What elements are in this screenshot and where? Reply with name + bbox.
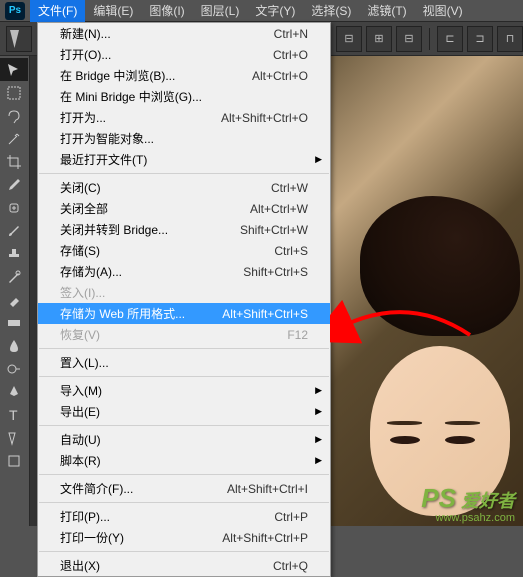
- menu-new[interactable]: 新建(N)...Ctrl+N: [38, 23, 330, 44]
- align-icon-2[interactable]: ⊞: [366, 26, 392, 52]
- menu-save[interactable]: 存储(S)Ctrl+S: [38, 240, 330, 261]
- menu-close[interactable]: 关闭(C)Ctrl+W: [38, 177, 330, 198]
- brush-tool[interactable]: [0, 219, 28, 242]
- submenu-arrow-icon: ▶: [315, 154, 322, 165]
- lasso-tool[interactable]: [0, 104, 28, 127]
- separator: [39, 425, 329, 426]
- crop-tool[interactable]: [0, 150, 28, 173]
- menu-revert: 恢复(V)F12: [38, 324, 330, 345]
- submenu-arrow-icon: ▶: [315, 434, 322, 445]
- menu-place[interactable]: 置入(L)...: [38, 352, 330, 373]
- watermark-url: www.psahz.com: [436, 512, 515, 524]
- tools-panel: T: [0, 56, 30, 526]
- menu-print[interactable]: 打印(P)...Ctrl+P: [38, 506, 330, 527]
- healing-tool[interactable]: [0, 196, 28, 219]
- watermark: PS 爱好者: [421, 483, 515, 514]
- menu-checkin: 签入(I)...: [38, 282, 330, 303]
- eyedropper-tool[interactable]: [0, 173, 28, 196]
- align-icon-3[interactable]: ⊟: [396, 26, 422, 52]
- menu-export[interactable]: 导出(E)▶: [38, 401, 330, 422]
- separator: [39, 376, 329, 377]
- align-icon-4[interactable]: ⊏: [437, 26, 463, 52]
- svg-text:T: T: [9, 407, 18, 423]
- align-icon-5[interactable]: ⊐: [467, 26, 493, 52]
- gradient-tool[interactable]: [0, 311, 28, 334]
- separator: [39, 551, 329, 552]
- menu-scripts[interactable]: 脚本(R)▶: [38, 450, 330, 471]
- pen-tool[interactable]: [0, 380, 28, 403]
- menu-file-info[interactable]: 文件简介(F)...Alt+Shift+Ctrl+I: [38, 478, 330, 499]
- wand-tool[interactable]: [0, 127, 28, 150]
- menu-close-all[interactable]: 关闭全部Alt+Ctrl+W: [38, 198, 330, 219]
- menu-save-for-web[interactable]: 存储为 Web 所用格式...Alt+Shift+Ctrl+S: [38, 303, 330, 324]
- type-tool[interactable]: T: [0, 403, 28, 426]
- submenu-arrow-icon: ▶: [315, 385, 322, 396]
- menu-close-bridge[interactable]: 关闭并转到 Bridge...Shift+Ctrl+W: [38, 219, 330, 240]
- menu-import[interactable]: 导入(M)▶: [38, 380, 330, 401]
- menu-file[interactable]: 文件(F): [30, 0, 85, 22]
- submenu-arrow-icon: ▶: [315, 455, 322, 466]
- menu-open-as[interactable]: 打开为...Alt+Shift+Ctrl+O: [38, 107, 330, 128]
- move-tool[interactable]: [0, 58, 28, 81]
- menu-exit[interactable]: 退出(X)Ctrl+Q: [38, 555, 330, 576]
- separator: [39, 173, 329, 174]
- eraser-tool[interactable]: [0, 288, 28, 311]
- menu-browse-minibridge[interactable]: 在 Mini Bridge 中浏览(G)...: [38, 86, 330, 107]
- annotation-arrow-icon: [330, 215, 480, 345]
- menubar: Ps 文件(F) 编辑(E) 图像(I) 图层(L) 文字(Y) 选择(S) 滤…: [0, 0, 523, 22]
- blur-tool[interactable]: [0, 334, 28, 357]
- menu-save-as[interactable]: 存储为(A)...Shift+Ctrl+S: [38, 261, 330, 282]
- menu-browse-bridge[interactable]: 在 Bridge 中浏览(B)...Alt+Ctrl+O: [38, 65, 330, 86]
- shape-tool[interactable]: [0, 449, 28, 472]
- submenu-arrow-icon: ▶: [315, 406, 322, 417]
- menu-type[interactable]: 文字(Y): [247, 0, 303, 22]
- menu-view[interactable]: 视图(V): [415, 0, 471, 22]
- marquee-tool[interactable]: [0, 81, 28, 104]
- menu-open[interactable]: 打开(O)...Ctrl+O: [38, 44, 330, 65]
- menu-image[interactable]: 图像(I): [141, 0, 192, 22]
- align-icon-6[interactable]: ⊓: [497, 26, 523, 52]
- separator: [39, 502, 329, 503]
- separator: [39, 474, 329, 475]
- menu-open-smart[interactable]: 打开为智能对象...: [38, 128, 330, 149]
- align-icon-1[interactable]: ⊟: [336, 26, 362, 52]
- dodge-tool[interactable]: [0, 357, 28, 380]
- stamp-tool[interactable]: [0, 242, 28, 265]
- menu-recent[interactable]: 最近打开文件(T)▶: [38, 149, 330, 170]
- history-brush-tool[interactable]: [0, 265, 28, 288]
- separator: [39, 348, 329, 349]
- path-tool[interactable]: [0, 426, 28, 449]
- tool-preset-icon[interactable]: [6, 26, 32, 52]
- file-menu-dropdown: 新建(N)...Ctrl+N 打开(O)...Ctrl+O 在 Bridge 中…: [37, 22, 331, 577]
- menu-edit[interactable]: 编辑(E): [85, 0, 141, 22]
- menu-layer[interactable]: 图层(L): [193, 0, 248, 22]
- app-logo: Ps: [0, 0, 30, 22]
- menu-select[interactable]: 选择(S): [303, 0, 359, 22]
- menu-filter[interactable]: 滤镜(T): [359, 0, 414, 22]
- ps-logo-text: Ps: [5, 2, 25, 20]
- menu-automate[interactable]: 自动(U)▶: [38, 429, 330, 450]
- menu-print-one[interactable]: 打印一份(Y)Alt+Shift+Ctrl+P: [38, 527, 330, 548]
